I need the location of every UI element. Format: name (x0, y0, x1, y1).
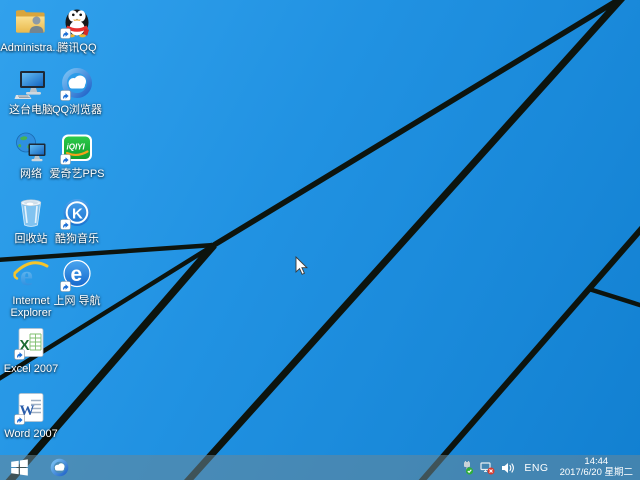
qq-browser-icon (60, 67, 94, 101)
iqiyi-icon: iQIYI (60, 131, 94, 165)
beam-right-lower (420, 227, 640, 480)
windows-logo-icon (10, 458, 29, 477)
beam-to-top-right (214, 0, 623, 245)
computer-icon (14, 67, 48, 101)
recycle-bin-icon (14, 196, 48, 230)
qq-browser-icon (50, 458, 69, 477)
desktop: Administra... 这台电脑 网络 (0, 0, 640, 480)
desktop-icon-qq-browser[interactable]: QQ浏览器 (46, 67, 108, 116)
system-tray: ENG 14:44 2017/6/20 星期二 (460, 455, 637, 480)
svg-text:iQIYI: iQIYI (67, 143, 86, 152)
safely-remove-hardware-icon[interactable] (460, 461, 474, 475)
network-status-icon[interactable] (480, 461, 495, 475)
icon-label: 上网 导航 (53, 295, 100, 307)
desktop-icon-kugou-music[interactable]: K 酷狗音乐 (46, 196, 108, 245)
shortcut-arrow-badge (61, 282, 71, 292)
desktop-icon-tencent-qq[interactable]: 腾讯QQ (46, 5, 108, 54)
word-icon: W (14, 391, 48, 425)
desktop-icon-excel-2007[interactable]: X Excel 2007 (0, 326, 62, 375)
icon-label: QQ浏览器 (52, 104, 102, 116)
shortcut-arrow-badge (15, 350, 25, 360)
kugou-icon: K (60, 196, 94, 230)
beam-right-branch (589, 289, 640, 306)
icon-label: 回收站 (15, 233, 48, 245)
icon-label: 腾讯QQ (57, 42, 96, 54)
folder-user-icon (14, 5, 48, 39)
clock-date: 2017/6/20 星期二 (560, 468, 633, 479)
volume-icon[interactable] (501, 461, 515, 475)
start-button[interactable] (2, 455, 36, 480)
taskbar: ENG 14:44 2017/6/20 星期二 (0, 455, 640, 480)
icon-label: Word 2007 (4, 428, 58, 440)
excel-icon: X (14, 326, 48, 360)
beam-corner-to-bottom (186, 0, 623, 480)
shortcut-arrow-badge (61, 220, 71, 230)
desktop-icon-web-navigation[interactable]: e 上网 导航 (46, 258, 108, 307)
shortcut-arrow-badge (61, 91, 71, 101)
shortcut-arrow-badge (61, 29, 71, 39)
internet-explorer-icon: e (13, 258, 49, 292)
svg-text:K: K (72, 206, 83, 223)
language-indicator[interactable]: ENG (521, 462, 551, 474)
desktop-icon-iqiyi-pps[interactable]: iQIYI 爱奇艺PPS (46, 131, 108, 180)
shortcut-arrow-badge (61, 155, 71, 165)
taskbar-clock[interactable]: 14:44 2017/6/20 星期二 (558, 457, 637, 478)
desktop-icon-word-2007[interactable]: W Word 2007 (0, 391, 62, 440)
svg-text:e: e (71, 263, 83, 286)
icon-label: 爱奇艺PPS (49, 168, 104, 180)
shortcut-arrow-badge (15, 415, 25, 425)
network-globe-icon (14, 131, 48, 165)
icon-label: Excel 2007 (4, 363, 58, 375)
taskbar-qq-browser-button[interactable] (44, 455, 74, 480)
icon-label: 酷狗音乐 (55, 233, 99, 245)
icon-label: 网络 (20, 168, 42, 180)
navigation-e-icon: e (60, 258, 94, 292)
qq-penguin-icon (60, 5, 94, 39)
clock-time: 14:44 (560, 457, 633, 468)
